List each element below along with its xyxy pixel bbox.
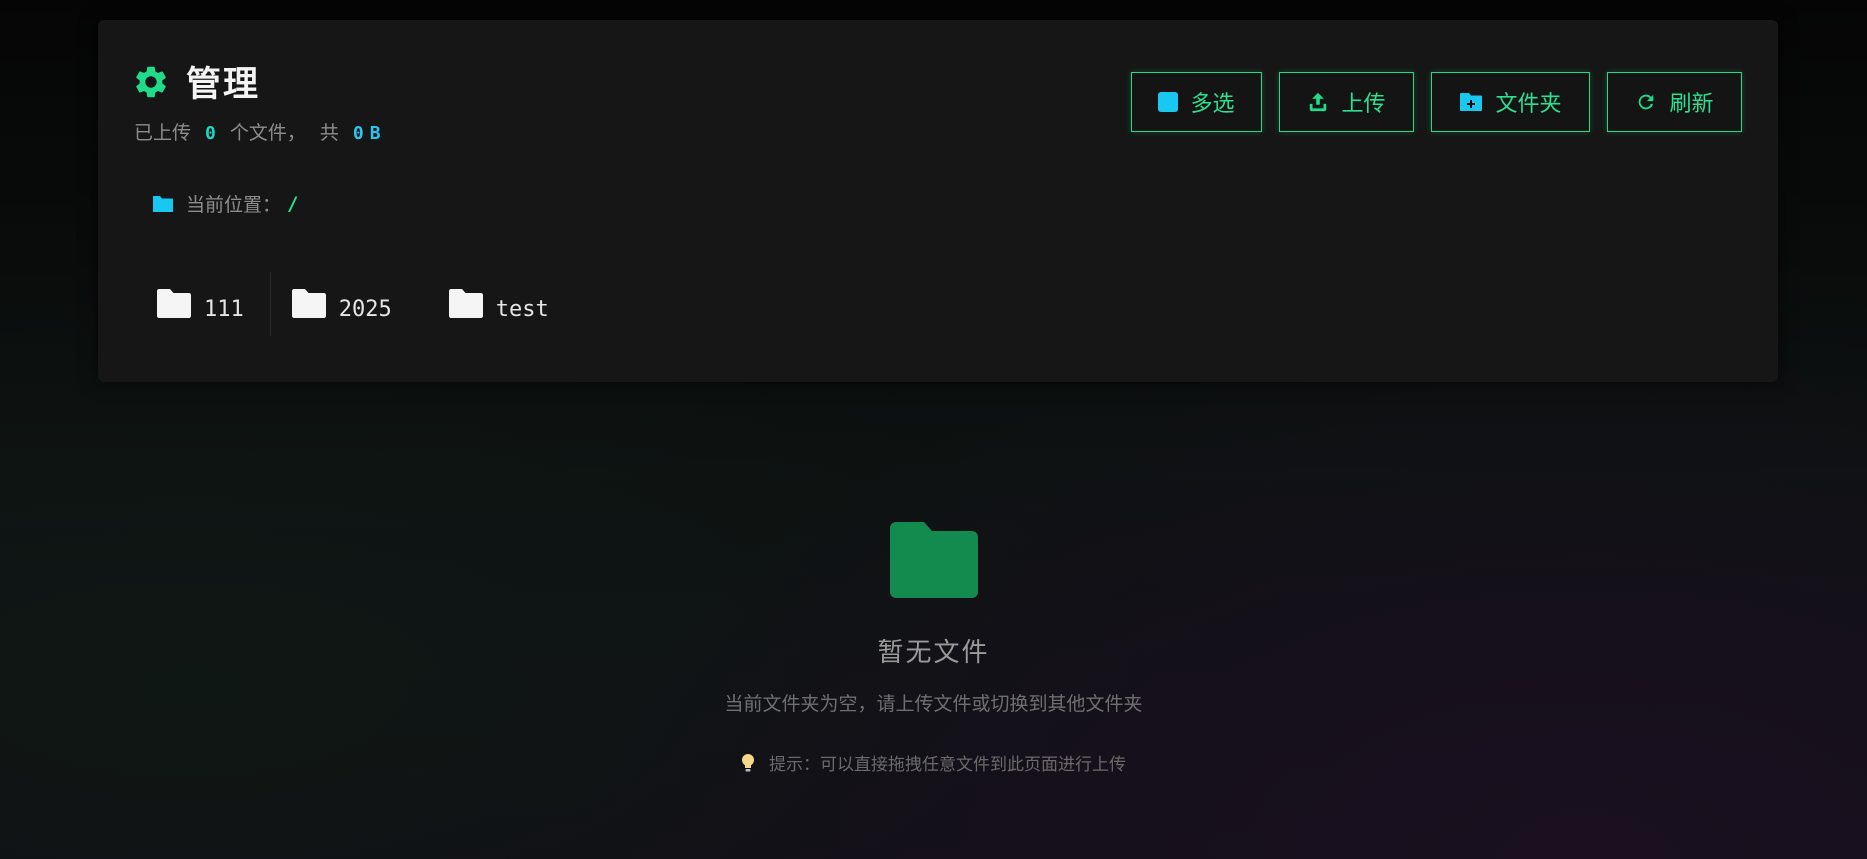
empty-state-description: 当前文件夹为空，请上传文件或切换到其他文件夹 [724,693,1143,715]
location-path[interactable]: / [287,193,298,215]
upload-tip: 提示：可以直接拖拽任意文件到此页面进行上传 [741,750,1126,775]
folder-icon [888,520,980,604]
folder-name: 2025 [338,296,392,322]
folder-item[interactable]: 2025 [271,275,418,334]
refresh-button[interactable]: 刷新 [1607,72,1742,132]
folder-item[interactable]: 111 [136,275,270,334]
stats-total-prefix: 共 [319,122,339,144]
multi-select-label: 多选 [1190,92,1235,117]
page-title: 管理 [186,64,261,105]
stats-uploaded-prefix: 已上传 [134,122,192,144]
empty-state: 暂无文件 当前文件夹为空，请上传文件或切换到其他文件夹 提示：可以直接拖拽任意文… [0,520,1867,777]
refresh-label: 刷新 [1669,92,1714,117]
location-label: 当前位置： [186,194,282,216]
checkbox-square-icon [1158,92,1179,112]
refresh-icon [1635,91,1657,113]
folder-icon [152,195,174,213]
folder-item[interactable]: test [428,275,575,334]
folder-icon [156,288,192,320]
upload-stats: 已上传 0 个文件， 共 0 B [134,118,381,145]
stats-total-unit: B [369,123,381,144]
multi-select-button[interactable]: 多选 [1131,72,1262,132]
folder-name: 111 [204,296,244,322]
gear-icon [132,63,170,101]
stats-file-count: 0 [205,123,216,144]
folder-list: 111 2025 test [136,272,575,336]
breadcrumb: 当前位置： / [152,190,298,217]
new-folder-button[interactable]: 文件夹 [1431,72,1590,132]
new-folder-label: 文件夹 [1495,92,1562,117]
folder-plus-icon [1459,91,1483,113]
upload-label: 上传 [1341,92,1386,117]
stats-total-size: 0 [352,123,364,144]
upload-icon [1307,91,1329,113]
upload-button[interactable]: 上传 [1279,72,1414,132]
page-header: 管理 [132,56,260,107]
empty-state-title: 暂无文件 [877,638,990,668]
lightbulb-icon [741,753,755,773]
file-manager-panel: 管理 已上传 0 个文件， 共 0 B 多选 上传 文件夹 刷新 当前位置： /… [98,20,1778,382]
toolbar: 多选 上传 文件夹 刷新 [1131,72,1742,132]
folder-icon [448,288,484,320]
folder-icon [291,288,327,320]
upload-tip-text: 提示：可以直接拖拽任意文件到此页面进行上传 [769,755,1126,775]
folder-name: test [495,296,549,322]
stats-files-suffix: 个文件， [229,122,306,144]
